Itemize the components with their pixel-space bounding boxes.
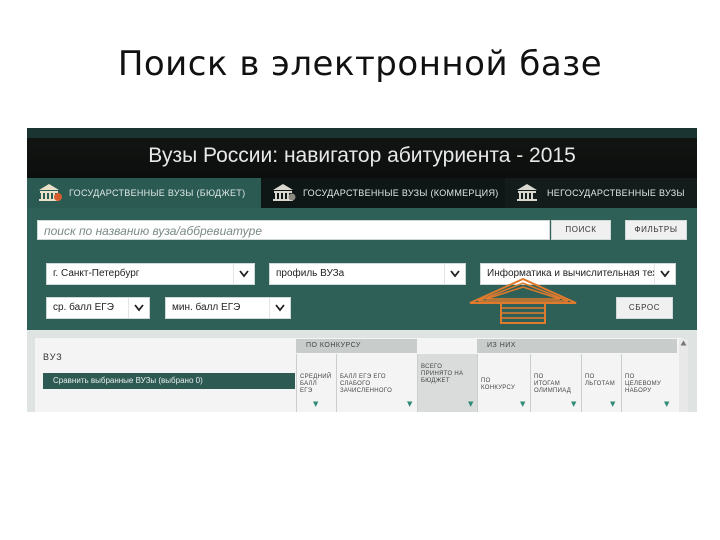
column-label: СРЕДНИЙ БАЛЛ ЕГЭ [300, 374, 332, 394]
filter-panel: поиск по названию вуза/аббревиатуре ПОИС… [27, 208, 697, 330]
select-value: ср. балл ЕГЭ [53, 302, 114, 313]
university-building-icon [513, 183, 541, 203]
sort-arrow-icon: ▼ [407, 400, 413, 408]
tab-bar: ГОСУДАРСТВЕННЫЕ ВУЗЫ (БЮДЖЕТ) ГОСУДАРСТВ… [27, 178, 697, 208]
tab-label: НЕГОСУДАРСТВЕННЫЕ ВУЗЫ [547, 188, 685, 198]
sort-arrow-icon: ▼ [610, 400, 616, 408]
profile-select[interactable]: профиль ВУЗа [269, 263, 466, 285]
column-header-targeted[interactable]: ПО ЦЕЛЕВОМУ НАБОРУ ▼ [621, 354, 679, 412]
sort-arrow-icon: ▼ [313, 400, 319, 408]
avg-score-select[interactable]: ср. балл ЕГЭ [46, 297, 150, 319]
column-header-benefits[interactable]: ПО ЛЬГОТАМ ▼ [581, 354, 621, 412]
chevron-down-icon [128, 298, 149, 318]
app-screenshot: Вузы России: навигатор абитуриента - 201… [27, 128, 697, 412]
compare-button[interactable]: Сравнить выбранные ВУЗы (выбрано 0) [43, 373, 295, 389]
scroll-up-icon[interactable] [680, 340, 687, 346]
app-header: Вузы России: навигатор абитуриента - 201… [27, 128, 697, 178]
column-header-vuz[interactable]: ВУЗ [43, 352, 63, 362]
tab-label: ГОСУДАРСТВЕННЫЕ ВУЗЫ (БЮДЖЕТ) [69, 188, 246, 198]
select-value: мин. балл ЕГЭ [172, 302, 241, 313]
tab-private[interactable]: НЕГОСУДАРСТВЕННЫЕ ВУЗЫ [505, 178, 697, 208]
app-title: Вузы России: навигатор абитуриента - 201… [148, 144, 576, 167]
up-arrow-annotation-icon [469, 277, 577, 324]
column-label: БАЛЛ ЕГЭ ЕГО СЛАБОГО ЗАЧИСЛЕННОГО [340, 374, 393, 394]
column-label: ВСЕГО ПРИНЯТО НА БЮДЖЕТ [421, 364, 464, 384]
column-label: ПО ИТОГАМ ОЛИМПИАД [534, 374, 572, 394]
search-input[interactable]: поиск по названию вуза/аббревиатуре [37, 220, 550, 240]
tab-label: ГОСУДАРСТВЕННЫЕ ВУЗЫ (КОММЕРЦИЯ) [303, 188, 499, 198]
sort-arrow-icon: ▼ [571, 400, 577, 408]
column-label: ПО ЛЬГОТАМ [585, 374, 616, 387]
chevron-down-icon [269, 298, 290, 318]
tab-state-budget[interactable]: ГОСУДАРСТВЕННЫЕ ВУЗЫ (БЮДЖЕТ) [27, 178, 261, 208]
column-label: ПО КОНКУРСУ [481, 378, 516, 391]
chevron-down-icon [654, 264, 675, 284]
column-header-weakest-score[interactable]: БАЛЛ ЕГЭ ЕГО СЛАБОГО ЗАЧИСЛЕННОГО ▼ [336, 354, 417, 412]
slide-title: Поиск в электронной базе [117, 44, 603, 84]
chevron-down-icon [233, 264, 254, 284]
reset-button[interactable]: СБРОС [616, 297, 673, 319]
select-value: профиль ВУЗа [276, 268, 345, 279]
sort-arrow-icon: ▼ [664, 400, 670, 408]
filters-button[interactable]: ФИЛЬТРЫ [625, 220, 687, 240]
city-select[interactable]: г. Санкт-Петербург [46, 263, 255, 285]
sort-arrow-icon: ▼ [520, 400, 526, 408]
search-button[interactable]: ПОИСК [551, 220, 611, 240]
sort-arrow-icon: ▼ [468, 400, 474, 408]
column-header-olympiads[interactable]: ПО ИТОГАМ ОЛИМПИАД ▼ [530, 354, 581, 412]
chevron-down-icon [444, 264, 465, 284]
column-header-avg-score[interactable]: СРЕДНИЙ БАЛЛ ЕГЭ ▼ [296, 354, 336, 412]
university-building-icon [269, 183, 297, 203]
table-scrollbar[interactable] [679, 339, 688, 412]
tab-state-commercial[interactable]: ГОСУДАРСТВЕННЫЕ ВУЗЫ (КОММЕРЦИЯ) [261, 178, 505, 208]
university-building-icon [35, 183, 63, 203]
group-header-competition: ПО КОНКУРСУ [296, 339, 417, 353]
column-header-total-budget[interactable]: ВСЕГО ПРИНЯТО НА БЮДЖЕТ ▼ [417, 354, 477, 412]
column-header-by-competition[interactable]: ПО КОНКУРСУ ▼ [477, 354, 530, 412]
column-label: ПО ЦЕЛЕВОМУ НАБОРУ [625, 374, 662, 394]
select-value: г. Санкт-Петербург [53, 268, 140, 279]
min-score-select[interactable]: мин. балл ЕГЭ [165, 297, 291, 319]
group-header-of-them: ИЗ НИХ [477, 339, 677, 353]
